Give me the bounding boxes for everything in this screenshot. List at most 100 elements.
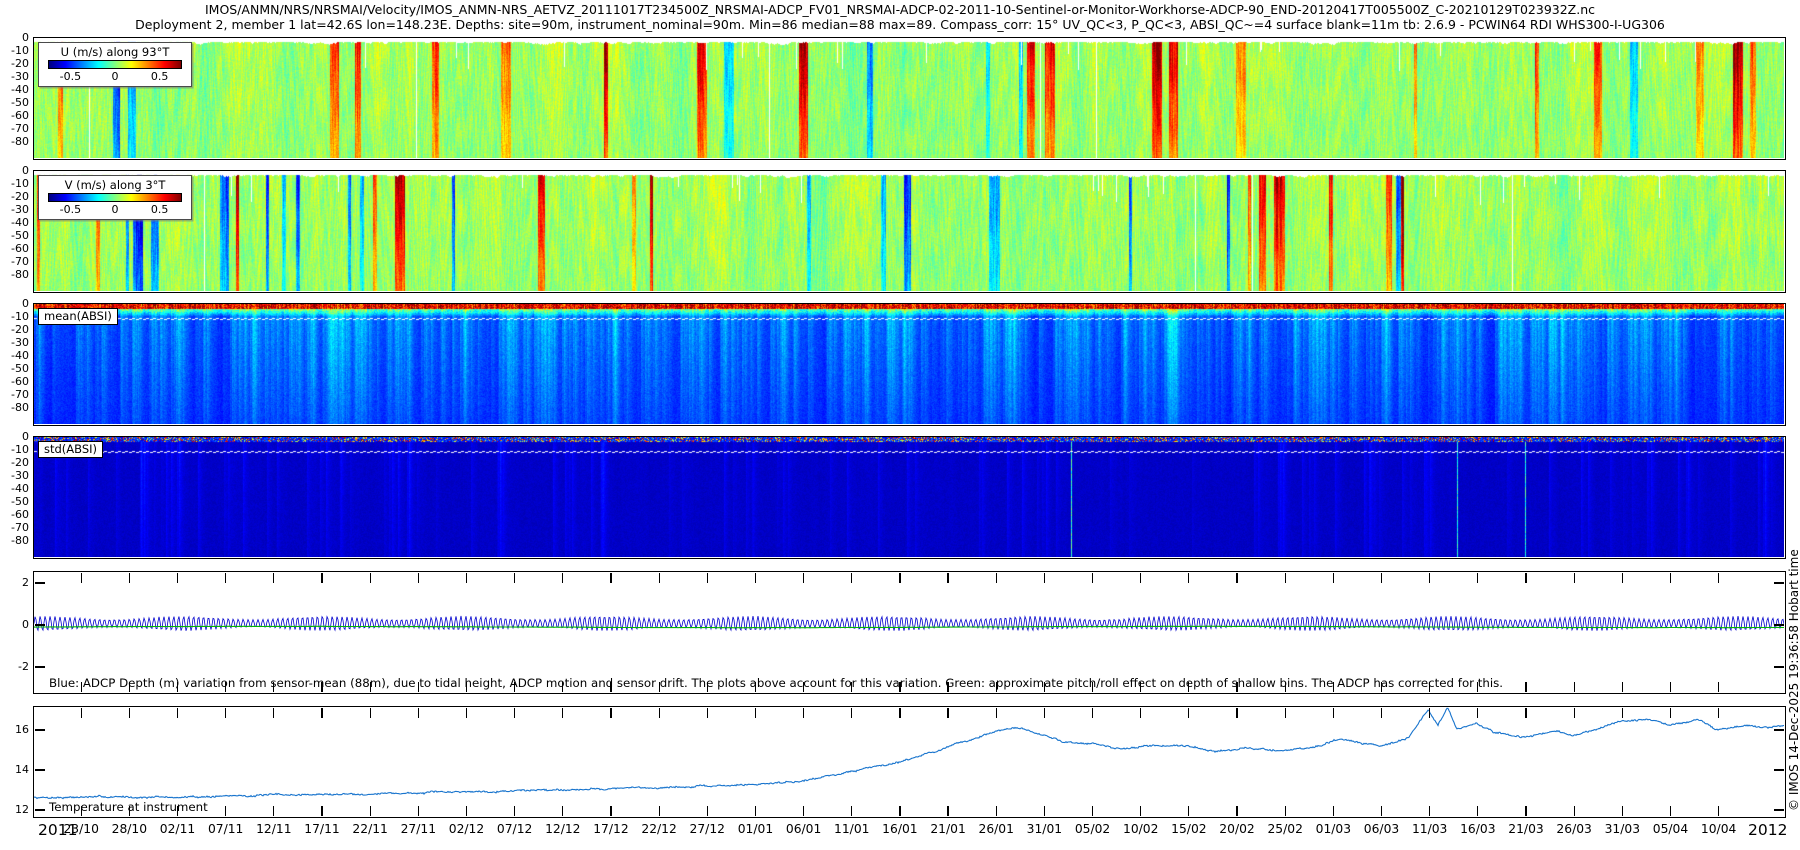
depth-tick-label: -20 bbox=[0, 190, 29, 203]
u-colorbar-tick-min: -0.5 bbox=[60, 70, 81, 83]
x-tick-mark bbox=[707, 573, 708, 583]
u-colorbar-tick-zero: 0 bbox=[112, 70, 119, 83]
x-tick-mark bbox=[273, 708, 274, 718]
x-tick-mark bbox=[1044, 806, 1045, 816]
x-tick-mark bbox=[610, 708, 611, 718]
depth-tick-label: -80 bbox=[0, 268, 29, 281]
x-tick-mark bbox=[851, 708, 852, 718]
x-tick-mark bbox=[1188, 708, 1189, 718]
x-tick-label: 27/12 bbox=[690, 822, 725, 836]
depth-tick-label: -10 bbox=[0, 44, 29, 57]
std-absi-panel: std(ABSI) bbox=[33, 436, 1786, 559]
x-tick-label: 06/03 bbox=[1364, 822, 1399, 836]
mean-absi-panel: mean(ABSI) bbox=[33, 303, 1786, 426]
v-colorbar-legend: V (m/s) along 3°T -0.5 0 0.5 bbox=[38, 175, 192, 220]
x-tick-mark bbox=[225, 573, 226, 583]
x-tick-mark bbox=[1525, 682, 1526, 692]
u-velocity-panel: U (m/s) along 93°T -0.5 0 0.5 bbox=[33, 37, 1786, 160]
figure-subtitle-deployment: Deployment 2, member 1 lat=42.6S lon=148… bbox=[0, 18, 1800, 32]
x-tick-mark bbox=[466, 573, 467, 583]
x-tick-mark bbox=[129, 573, 130, 583]
v-velocity-panel: V (m/s) along 3°T -0.5 0 0.5 bbox=[33, 170, 1786, 293]
x-tick-mark bbox=[1622, 682, 1623, 692]
depth-tick-label: -10 bbox=[0, 443, 29, 456]
x-tick-mark bbox=[1285, 806, 1286, 816]
depth-tick-label: -60 bbox=[0, 109, 29, 122]
temperature-plot bbox=[34, 707, 1784, 816]
depth-tick-label: -40 bbox=[0, 83, 29, 96]
x-tick-mark bbox=[1574, 806, 1575, 816]
depth-tick-label: -80 bbox=[0, 534, 29, 547]
x-tick-mark bbox=[1140, 806, 1141, 816]
depth-tick-label: -60 bbox=[0, 242, 29, 255]
x-tick-mark bbox=[81, 708, 82, 718]
mean-absi-label: mean(ABSI) bbox=[38, 308, 118, 325]
temperature-tick-label: 12 bbox=[0, 803, 29, 816]
x-tick-mark bbox=[514, 708, 515, 718]
depth-tick-label: -10 bbox=[0, 310, 29, 323]
x-tick-label: 22/11 bbox=[352, 822, 387, 836]
x-tick-mark bbox=[1333, 806, 1334, 816]
x-tick-mark bbox=[1670, 682, 1671, 692]
x-tick-label: 17/12 bbox=[593, 822, 628, 836]
v-legend-title: V (m/s) along 3°T bbox=[39, 178, 191, 192]
x-tick-label: 21/03 bbox=[1508, 822, 1543, 836]
x-tick-label: 16/01 bbox=[882, 822, 917, 836]
x-tick-mark bbox=[81, 573, 82, 583]
adcp-report-figure: IMOS/ANMN/NRS/NRSMAI/Velocity/IMOS_ANMN-… bbox=[0, 0, 1800, 850]
x-tick-mark bbox=[1092, 806, 1093, 816]
x-tick-mark bbox=[514, 806, 515, 816]
x-tick-mark bbox=[1092, 708, 1093, 718]
x-tick-mark bbox=[1718, 682, 1719, 692]
x-tick-label: 22/12 bbox=[641, 822, 676, 836]
x-tick-mark bbox=[996, 708, 997, 718]
x-tick-mark bbox=[947, 573, 948, 583]
x-tick-mark bbox=[1622, 573, 1623, 583]
x-tick-mark bbox=[1236, 806, 1237, 816]
depth-tick-label: -60 bbox=[0, 375, 29, 388]
x-tick-mark bbox=[1044, 573, 1045, 583]
v-velocity-heatmap bbox=[34, 171, 1784, 291]
x-tick-label: 31/03 bbox=[1605, 822, 1640, 836]
depth-tick-label: -50 bbox=[0, 96, 29, 109]
depth-tick-label: -30 bbox=[0, 336, 29, 349]
x-tick-mark bbox=[129, 708, 130, 718]
depth-tick-label: -50 bbox=[0, 362, 29, 375]
x-tick-mark bbox=[1670, 708, 1671, 718]
x-tick-label: 07/11 bbox=[208, 822, 243, 836]
x-tick-mark bbox=[1188, 806, 1189, 816]
x-tick-mark bbox=[466, 708, 467, 718]
x-tick-mark bbox=[899, 708, 900, 718]
x-tick-mark bbox=[659, 806, 660, 816]
depth-var-tick-label: 0 bbox=[0, 618, 29, 631]
x-tick-label: 05/02 bbox=[1075, 822, 1110, 836]
x-tick-mark bbox=[1236, 573, 1237, 583]
x-tick-mark bbox=[1622, 806, 1623, 816]
depth-tick-label: -30 bbox=[0, 70, 29, 83]
v-colorbar-tick-min: -0.5 bbox=[60, 203, 81, 216]
x-axis-year-start: 2011 bbox=[38, 821, 77, 839]
x-tick-mark bbox=[225, 806, 226, 816]
x-tick-mark bbox=[610, 573, 611, 583]
x-axis-year-end: 2012 bbox=[1748, 821, 1787, 839]
x-tick-mark bbox=[1236, 708, 1237, 718]
u-colorbar-gradient bbox=[48, 60, 182, 69]
x-tick-mark bbox=[851, 573, 852, 583]
x-tick-mark bbox=[1574, 682, 1575, 692]
depth-tick-label: -60 bbox=[0, 508, 29, 521]
x-tick-mark bbox=[321, 806, 322, 816]
x-tick-mark bbox=[996, 573, 997, 583]
u-colorbar-legend: U (m/s) along 93°T -0.5 0 0.5 bbox=[38, 42, 192, 87]
x-tick-mark bbox=[1718, 806, 1719, 816]
x-tick-mark bbox=[273, 573, 274, 583]
depth-tick-label: -50 bbox=[0, 495, 29, 508]
x-tick-mark bbox=[755, 806, 756, 816]
x-tick-mark bbox=[1525, 573, 1526, 583]
depth-tick-label: 0 bbox=[0, 164, 29, 177]
x-tick-mark bbox=[610, 806, 611, 816]
x-tick-label: 11/03 bbox=[1412, 822, 1447, 836]
u-colorbar-wrap: -0.5 0 0.5 bbox=[48, 60, 182, 83]
x-tick-label: 26/01 bbox=[979, 822, 1014, 836]
depth-tick-label: -80 bbox=[0, 401, 29, 414]
x-tick-mark bbox=[803, 806, 804, 816]
